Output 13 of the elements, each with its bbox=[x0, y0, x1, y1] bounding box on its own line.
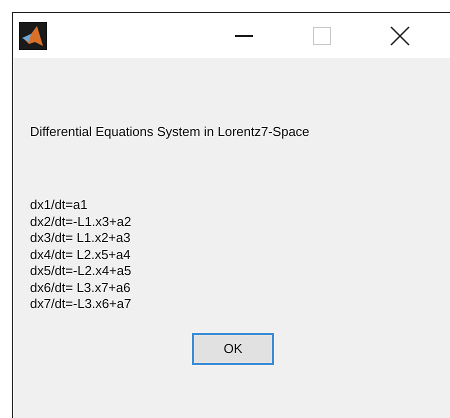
equation-line: dx2/dt=-L1.x3+a2 bbox=[30, 214, 132, 230]
minimize-icon bbox=[235, 34, 253, 36]
close-icon bbox=[390, 26, 410, 46]
equation-line: dx7/dt=-L3.x6+a7 bbox=[30, 296, 132, 312]
maximize-icon bbox=[313, 26, 331, 44]
equation-line: dx6/dt= L3.x7+a6 bbox=[30, 280, 132, 296]
equation-line: dx5/dt=-L2.x4+a5 bbox=[30, 263, 132, 280]
equation-line: dx1/dt=a1 bbox=[30, 197, 88, 214]
equation-line: dx3/dt= L1.x2+a3 bbox=[30, 230, 132, 246]
equation-line: dx4/dt= L2.x5+a4 bbox=[30, 246, 132, 263]
ok-button[interactable]: OK bbox=[192, 332, 274, 364]
app-icon bbox=[19, 22, 47, 50]
message-heading: Differential Equations System in Lorentz7-Space bbox=[30, 124, 310, 139]
